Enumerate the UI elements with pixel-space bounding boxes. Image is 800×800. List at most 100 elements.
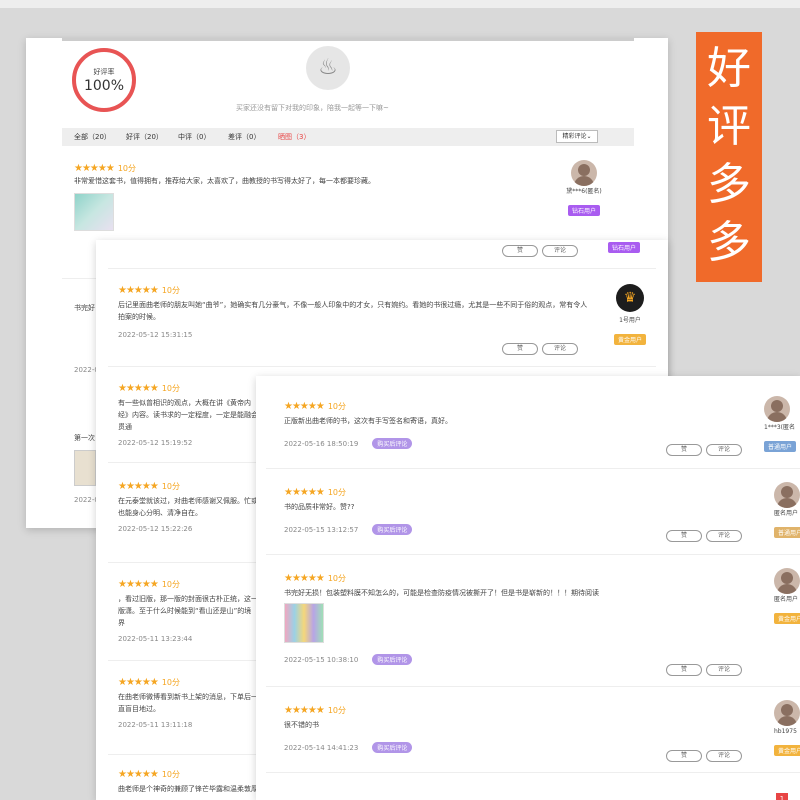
list-item: ★★★★★ 10分 曲老师是个神奇的兼顾了锋芒毕露和温柔敦厚	[118, 762, 258, 795]
banner-char: 多	[707, 159, 751, 210]
list-item: ★★★★★ 10分 有一些似曾相识的观点，大概在讲《黄帝内经》内容。读书求的一定程…	[118, 376, 258, 447]
review-text: 在曲老师微博看到新书上架的消息，下单后一直盲目地过。	[118, 693, 258, 713]
comment-button[interactable]: 评论	[706, 530, 742, 542]
tab-good[interactable]: 好评（20）	[126, 132, 163, 142]
comment-button[interactable]: 评论	[706, 444, 742, 456]
like-button[interactable]: 赞	[502, 245, 538, 257]
divider	[266, 468, 800, 469]
rate-label: 好评率	[93, 68, 115, 76]
bought-tag: 购买后评论	[372, 654, 413, 665]
comment-button[interactable]: 评论	[706, 750, 742, 762]
user-level-badge: 钻石用户	[608, 242, 641, 253]
review-text: 书完好	[74, 304, 95, 312]
review-time: 2022-05-11 13:23:44	[118, 635, 193, 643]
review-photo[interactable]	[74, 193, 114, 231]
review-time: 2022-05-16 18:50:19	[284, 440, 359, 448]
reviewer: 匿名用户 普通用户	[774, 482, 800, 539]
bought-tag: 购买后评论	[372, 438, 413, 449]
good-reviews-banner: 好 评 多 多	[696, 32, 762, 282]
review-time: 2022-05-11 13:11:18	[118, 721, 193, 729]
review-time: 2022-05-12 15:19:52	[118, 439, 193, 447]
tab-photo[interactable]: 晒图（3）	[278, 132, 310, 142]
review-text: 有一些似曾相识的观点，大概在讲《黄帝内经》内容。读书求的一定程度，一定是能融会贯…	[118, 399, 258, 431]
divider	[108, 268, 656, 269]
star-rating: ★★★★★	[118, 579, 159, 590]
user-level-badge: 黄金用户	[613, 334, 646, 345]
tab-all[interactable]: 全部（20）	[74, 132, 111, 142]
avatar[interactable]	[774, 482, 800, 508]
reviewer: hb1975 黄金用户	[774, 700, 800, 757]
avatar[interactable]: ♛	[616, 284, 644, 312]
score: 10分	[327, 488, 347, 497]
reviewer: 1***3(匿名 普通用户	[764, 396, 800, 453]
score: 10分	[161, 678, 181, 687]
top-strip	[0, 0, 800, 8]
review-photo[interactable]	[284, 603, 324, 643]
score: 10分	[117, 164, 137, 173]
user-name: 1号用户	[619, 317, 641, 324]
tab-bad[interactable]: 差评（0）	[228, 132, 260, 142]
banner-char: 好	[707, 43, 751, 94]
like-button[interactable]: 赞	[666, 664, 702, 676]
like-button[interactable]: 赞	[666, 750, 702, 762]
like-button[interactable]: 赞	[502, 343, 538, 355]
pagination: 1 2	[776, 786, 800, 800]
list-item: ★★★★★ 10分 书完好无损！包装塑料膜不知怎么的，可能是检查防疫情况被撕开了！…	[284, 566, 724, 666]
banner-char: 多	[707, 217, 751, 268]
review-photo[interactable]	[74, 450, 96, 486]
star-rating: ★★★★★	[284, 573, 325, 584]
avatar[interactable]	[774, 568, 800, 594]
avatar[interactable]	[764, 396, 790, 422]
review-text: 第一次	[74, 434, 95, 442]
list-item: ★★★★★ 10分 后记里面曲老师的朋友叫她“曲爷”，她确实有几分豪气，不像一般人…	[118, 278, 588, 339]
comment-button[interactable]: 评论	[706, 664, 742, 676]
star-rating: ★★★★★	[284, 401, 325, 412]
tab-mid[interactable]: 中评（0）	[178, 132, 210, 142]
panel-topbar	[62, 38, 634, 41]
list-item: ★★★★★ 10分 很不错的书 2022-05-14 14:41:23 购买后评论	[284, 698, 704, 754]
review-panel-front: ★★★★★ 10分 正版新出曲老师的书，这次有手写签名和寄语，真好。 2022-0…	[256, 376, 800, 800]
user-name: 黛***6(匿名)	[566, 188, 602, 195]
rate-value: 100%	[83, 78, 125, 94]
page-1-button[interactable]: 1	[776, 793, 788, 800]
score: 10分	[161, 770, 181, 779]
review-text: ，看过旧版，那一版的封面很古朴正统，这一版潇。至于什么时候能到“看山还是山”的境…	[118, 595, 258, 627]
review-text: 非常爱惜这套书，值得拥有，推荐给大家，太喜欢了，曲教授的书写得太好了，每一本都要…	[74, 177, 375, 185]
star-rating: ★★★★★	[118, 383, 159, 394]
pot-icon: ♨	[306, 46, 350, 90]
rate-circle: 好评率 100%	[72, 48, 136, 112]
avatar[interactable]	[774, 700, 800, 726]
star-rating: ★★★★★	[284, 487, 325, 498]
review-time: 2022-05-15 13:12:57	[284, 526, 359, 534]
star-rating: ★★★★★	[284, 705, 325, 716]
empty-message: 买家还没有留下对我的印象，陪我一起等一下嘛~	[236, 104, 389, 112]
reviewer: 匿名用户 黄金用户	[774, 568, 800, 625]
list-item: ★★★★★ 10分 ，看过旧版，那一版的封面很古朴正统，这一版潇。至于什么时候能到…	[118, 572, 258, 643]
comment-button[interactable]: 评论	[542, 245, 578, 257]
review-text: 很不错的书	[284, 721, 319, 729]
avatar[interactable]	[571, 160, 597, 186]
score: 10分	[327, 574, 347, 583]
review-text: 曲老师是个神奇的兼顾了锋芒毕露和温柔敦厚	[118, 785, 258, 793]
review-time: 2022-05-12 15:31:15	[118, 331, 193, 339]
chevron-down-icon: ⌄	[586, 133, 592, 140]
review-text: 书完好无损！包装塑料膜不知怎么的，可能是检查防疫情况被撕开了！但是书是崭新的！！…	[284, 589, 599, 597]
star-rating: ★★★★★	[118, 769, 159, 780]
reviewer: ♛ 1号用户 黄金用户	[602, 284, 658, 346]
review-time: 2022-05-14 14:41:23	[284, 744, 359, 752]
divider	[266, 686, 800, 687]
like-button[interactable]: 赞	[666, 530, 702, 542]
review-text: 书的品质非常好。赞??	[284, 503, 355, 511]
review-text: 后记里面曲老师的朋友叫她“曲爷”，她确实有几分豪气，不像一般人印象中的才女，只有…	[118, 301, 588, 321]
list-item: ★★★★★ 10分 非常爱惜这套书，值得拥有，推荐给大家，太喜欢了，曲教授的书写得…	[74, 156, 634, 231]
user-name: hb1975	[774, 728, 797, 735]
like-button[interactable]: 赞	[666, 444, 702, 456]
score: 10分	[327, 402, 347, 411]
score: 10分	[161, 286, 181, 295]
list-item: ★★★★★ 10分 在元泰堂就该过，对曲老师感谢又佩服。忙或也能身心分明、清净自在…	[118, 474, 258, 533]
user-level-badge: 黄金用户	[774, 613, 800, 624]
score: 10分	[161, 580, 181, 589]
star-rating: ★★★★★	[118, 481, 159, 492]
comment-button[interactable]: 评论	[542, 343, 578, 355]
sort-dropdown[interactable]: 精彩评论⌄	[556, 130, 598, 143]
